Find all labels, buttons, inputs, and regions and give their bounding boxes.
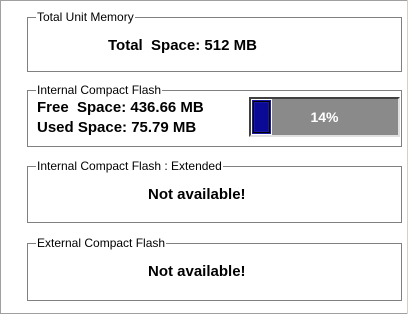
external-compact-flash-title: External Compact Flash	[36, 235, 167, 251]
internal-compact-flash-extended-title: Internal Compact Flash : Extended	[36, 158, 223, 174]
panel-right-edge	[407, 0, 417, 314]
used-space-value: Used Space: 75.79 MB	[37, 119, 197, 136]
total-space-value: Total Space: 512 MB	[108, 37, 257, 54]
internal-cf-usage-percent: 14%	[310, 109, 339, 125]
total-unit-memory-title: Total Unit Memory	[36, 9, 135, 25]
internal-compact-flash-title: Internal Compact Flash	[36, 82, 163, 98]
external-cf-status: Not available!	[148, 263, 246, 280]
internal-cf-extended-status: Not available!	[148, 186, 246, 203]
memory-info-panel: Total Unit Memory Total Space: 512 MB In…	[0, 0, 417, 314]
free-space-value: Free Space: 436.66 MB	[37, 99, 204, 116]
internal-cf-usage-progress-bar: 14%	[249, 97, 400, 137]
